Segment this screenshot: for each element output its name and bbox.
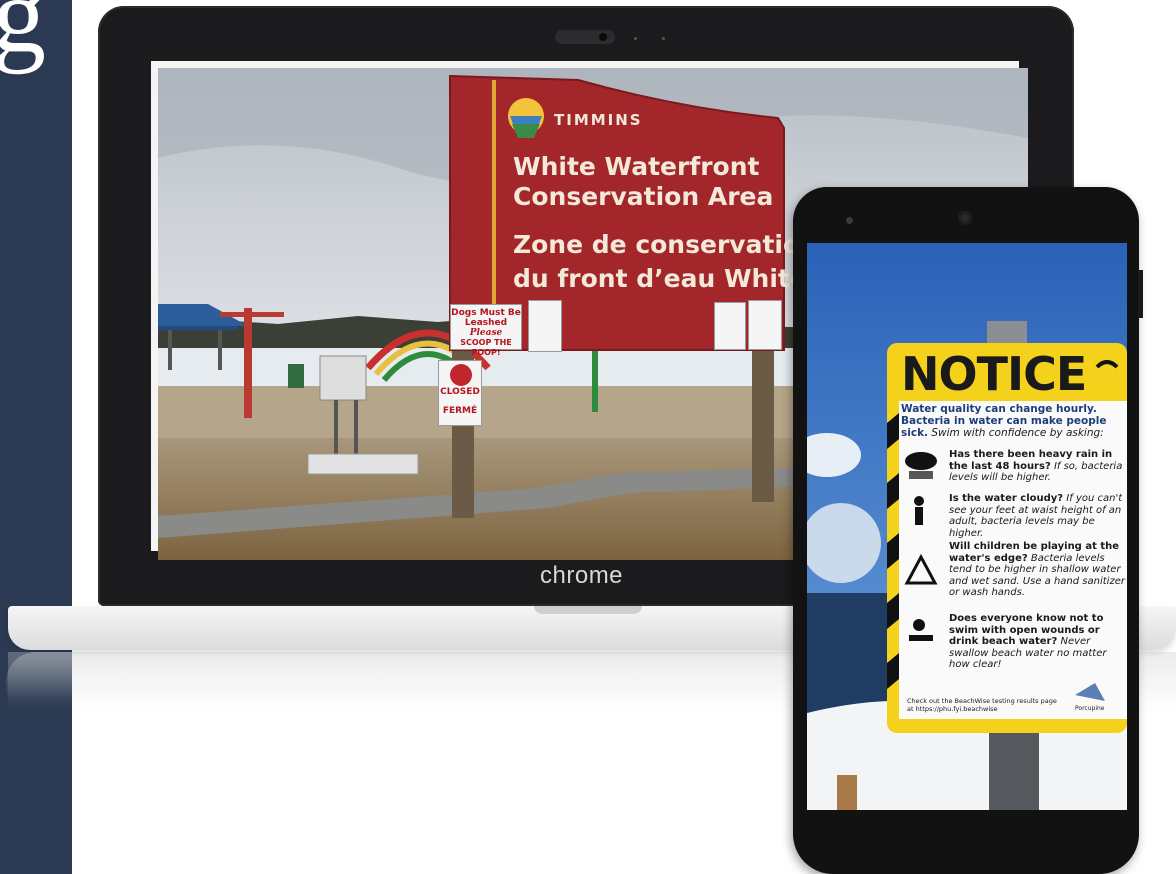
notice-title: NOTICE bbox=[901, 347, 1087, 401]
laptop-hinge-notch bbox=[534, 606, 642, 614]
sensor-dot bbox=[662, 37, 665, 40]
earpiece-icon bbox=[958, 211, 972, 225]
sign-title-en-2: Conservation Area bbox=[513, 182, 774, 211]
sign-city-name: TIMMINS bbox=[554, 111, 643, 129]
no-pets-sign bbox=[528, 300, 562, 352]
sign-title-fr-2: du front d’eau White bbox=[513, 264, 807, 293]
left-decor-strip: g bbox=[0, 0, 72, 874]
sign-title-fr-1: Zone de conservation bbox=[513, 230, 818, 259]
partial-letter: g bbox=[0, 0, 46, 75]
notice-footer: Check out the BeachWise testing results … bbox=[907, 697, 1057, 713]
webcam-icon bbox=[555, 30, 615, 44]
notice-item-3: Will children be playing at the water's … bbox=[949, 541, 1125, 598]
notice-item-1: Has there been heavy rain in the last 48… bbox=[949, 449, 1123, 483]
dogs-leashed-sign: Dogs Must Be Leashed Please SCOOP THE PO… bbox=[450, 304, 522, 357]
sign-title-en-1: White Waterfront bbox=[513, 152, 760, 181]
phone-side-button bbox=[1138, 270, 1143, 318]
front-camera-icon bbox=[846, 217, 853, 224]
stop-icon bbox=[450, 364, 472, 386]
notice-item-2: Is the water cloudy? If you can't see yo… bbox=[949, 493, 1123, 539]
notice-item-4: Does everyone know not to swim with open… bbox=[949, 613, 1107, 670]
no-smoking-sign bbox=[714, 302, 746, 350]
phone-screen-photo: NOTICE Water quality can change hourly. … bbox=[807, 243, 1127, 810]
chrome-label: chrome bbox=[540, 562, 624, 589]
rules-sign bbox=[748, 300, 782, 350]
sensor-dot bbox=[634, 37, 637, 40]
porcupine-logo-label: Porcupine bbox=[1075, 705, 1105, 712]
notice-intro: Water quality can change hourly. Bacteri… bbox=[901, 403, 1107, 439]
